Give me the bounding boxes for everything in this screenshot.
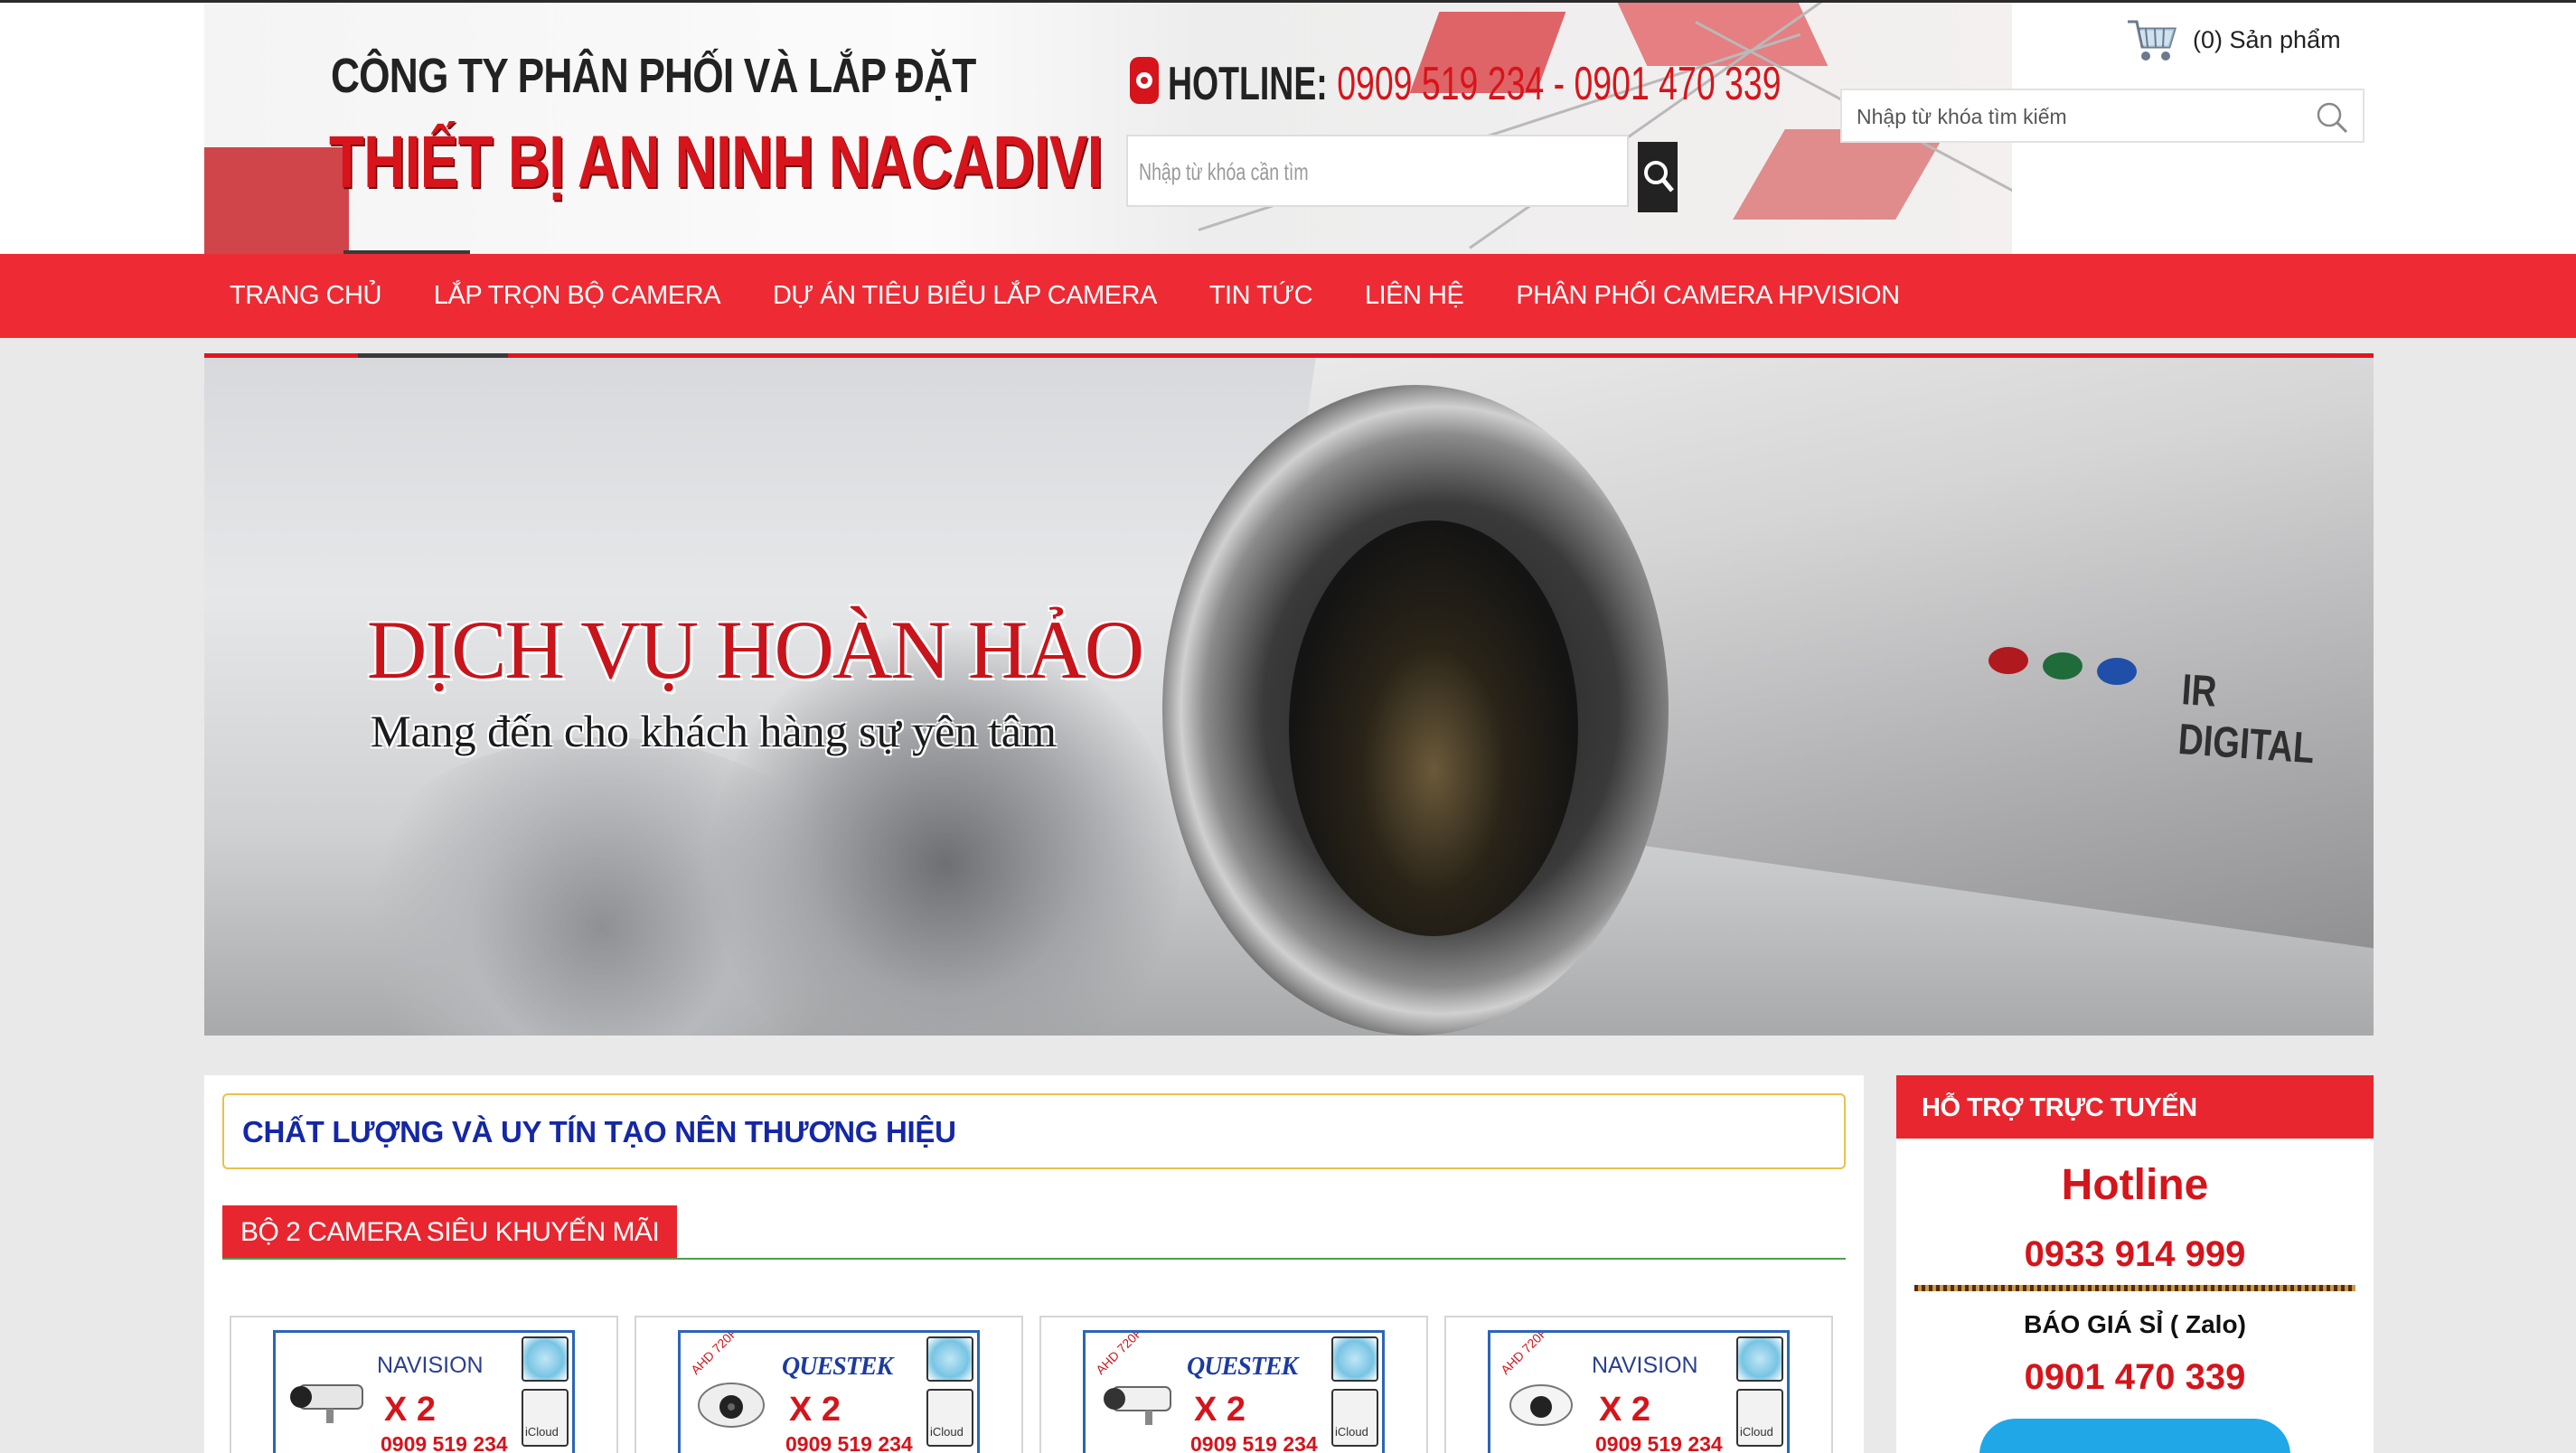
hotline-label: Hotline [2061, 1161, 2209, 1209]
cloud-label: iCloud [1335, 1425, 1368, 1439]
product-brand: NAVISION [1592, 1353, 1698, 1378]
hero-slider[interactable]: IR DIGITAL DỊCH VỤ HOÀN HẢO Mang đến cho… [204, 358, 2374, 1036]
hotline-banner-label: HOTLINE: [1168, 58, 1328, 110]
search-icon [1644, 161, 1674, 192]
product-image[interactable]: AHD 720P NAVISION X 2 0909 519 234 iClou… [1488, 1330, 1790, 1453]
nav-item-home[interactable]: TRANG CHỦ [204, 254, 408, 338]
section-title: BỘ 2 CAMERA SIÊU KHUYẾN MÃI [240, 1217, 660, 1247]
rotation-icon [1331, 1336, 1378, 1382]
banner-search-placeholder: Nhập từ khóa cần tìm [1139, 158, 1309, 185]
dome-camera-icon [698, 1383, 765, 1428]
product-card[interactable]: NAVISION X 2 0909 519 234 iCloud [230, 1316, 618, 1453]
section-divider [222, 1258, 1846, 1260]
product-brand: QUESTEK [782, 1353, 893, 1381]
header-banner[interactable]: CÔNG TY PHÂN PHỐI VÀ LẮP ĐẶT THIẾT BỊ AN… [204, 3, 2012, 254]
section-heading[interactable]: BỘ 2 CAMERA SIÊU KHUYẾN MÃI [222, 1205, 678, 1260]
rotation-icon [926, 1336, 973, 1382]
cloud-label: iCloud [1740, 1425, 1773, 1439]
product-brand: QUESTEK [1187, 1353, 1298, 1381]
sidebar-title: HỖ TRỢ TRỰC TUYẾN [1922, 1093, 2197, 1122]
product-quantity: X 2 [1599, 1391, 1651, 1429]
product-quantity: X 2 [1194, 1391, 1246, 1429]
led-blue [2097, 658, 2137, 685]
dome-camera-icon [1509, 1384, 1573, 1426]
shopping-cart-icon [2128, 20, 2177, 61]
nav-item-camera-packages[interactable]: LẮP TRỌN BỘ CAMERA [408, 254, 747, 338]
cloud-icon: iCloud [926, 1389, 973, 1447]
product-card[interactable]: AHD 720P QUESTEK X 2 0909 519 234 iCloud [635, 1316, 1023, 1453]
product-image[interactable]: NAVISION X 2 0909 519 234 iCloud [273, 1330, 575, 1453]
phone-icon [1130, 57, 1159, 104]
product-quantity: X 2 [384, 1391, 437, 1429]
slogan-text: CHẤT LƯỢNG VÀ UY TÍN TẠO NÊN THƯƠNG HIỆU [242, 1115, 956, 1148]
hotline-banner: HOTLINE: 0909 519 234 - 0901 470 339 [1168, 57, 1782, 111]
product-quantity: X 2 [789, 1391, 841, 1429]
cart-count-text: (0) Sản phẩm [2193, 25, 2341, 53]
slider-subtitle: Mang đến cho khách hàng sự yên tâm [371, 706, 1057, 756]
banner-decoration [204, 147, 349, 254]
product-phone: 0909 519 234 [381, 1432, 508, 1453]
led-red [1988, 647, 2028, 674]
cart-link[interactable]: (0) Sản phẩm [2126, 13, 2341, 67]
bullet-camera-icon [1104, 1386, 1171, 1425]
rotation-icon [1736, 1336, 1783, 1382]
company-tagline: CÔNG TY PHÂN PHỐI VÀ LẮP ĐẶT [331, 49, 976, 103]
support-sidebar: HỖ TRỢ TRỰC TUYẾN Hotline 0933 914 999 B… [1896, 1075, 2374, 1453]
hotline-number[interactable]: 0933 914 999 [1896, 1234, 2374, 1275]
hotline-banner-numbers: 0909 519 234 - 0901 470 339 [1337, 58, 1782, 110]
slogan-box: CHẤT LƯỢNG VÀ UY TÍN TẠO NÊN THƯƠNG HIỆU [222, 1093, 1846, 1169]
product-brand: NAVISION [377, 1353, 484, 1378]
site-search [1840, 89, 2364, 143]
product-card[interactable]: AHD 720P QUESTEK X 2 0909 519 234 iCloud [1039, 1316, 1428, 1453]
camera-lens-inner-image [1289, 520, 1578, 936]
skype-icon[interactable] [1979, 1419, 2290, 1453]
search-input[interactable] [1857, 103, 2308, 130]
rotation-icon [522, 1336, 569, 1382]
banner-search-button [1638, 142, 1678, 212]
led-green [2043, 652, 2082, 680]
cloud-icon: iCloud [522, 1389, 569, 1447]
cloud-icon: iCloud [1331, 1389, 1378, 1447]
camera-label: IR DIGITAL [2176, 666, 2317, 773]
bullet-camera-icon [290, 1384, 363, 1423]
product-phone: 0909 519 234 [1595, 1432, 1723, 1453]
dotted-divider [1914, 1285, 2355, 1291]
search-icon[interactable] [2316, 101, 2348, 134]
main-nav: TRANG CHỦ LẮP TRỌN BỘ CAMERA DỰ ÁN TIÊU … [0, 254, 2576, 338]
cloud-label: iCloud [930, 1425, 964, 1439]
slider-title: DỊCH VỤ HOÀN HẢO [367, 604, 1144, 696]
product-phone: 0909 519 234 [785, 1432, 913, 1453]
nav-item-contact[interactable]: LIÊN HỆ [1339, 254, 1490, 338]
zalo-label: BÁO GIÁ SỈ ( Zalo) [2024, 1310, 2246, 1338]
product-image[interactable]: AHD 720P QUESTEK X 2 0909 519 234 iCloud [1083, 1330, 1385, 1453]
nav-item-hpvision[interactable]: PHÂN PHỐI CAMERA HPVISION [1490, 254, 1925, 338]
sidebar-heading: HỖ TRỢ TRỰC TUYẾN [1896, 1075, 2374, 1139]
nav-item-news[interactable]: TIN TỨC [1183, 254, 1339, 338]
banner-search-box: Nhập từ khóa cần tìm [1126, 135, 1629, 207]
product-phone: 0909 519 234 [1190, 1432, 1318, 1453]
zalo-number[interactable]: 0901 470 339 [1896, 1357, 2374, 1398]
product-card[interactable]: AHD 720P NAVISION X 2 0909 519 234 iClou… [1444, 1316, 1833, 1453]
main-content: CHẤT LƯỢNG VÀ UY TÍN TẠO NÊN THƯƠNG HIỆU… [204, 1075, 1864, 1453]
nav-items: TRANG CHỦ LẮP TRỌN BỘ CAMERA DỰ ÁN TIÊU … [204, 254, 1926, 338]
cloud-icon: iCloud [1736, 1389, 1783, 1447]
cloud-label: iCloud [525, 1425, 559, 1439]
nav-item-projects[interactable]: DỰ ÁN TIÊU BIỂU LẮP CAMERA [747, 254, 1183, 338]
company-name: THIẾT BỊ AN NINH NACADIVI [329, 121, 1104, 203]
product-image[interactable]: AHD 720P QUESTEK X 2 0909 519 234 iCloud [678, 1330, 980, 1453]
banner-decoration [1733, 129, 1948, 220]
